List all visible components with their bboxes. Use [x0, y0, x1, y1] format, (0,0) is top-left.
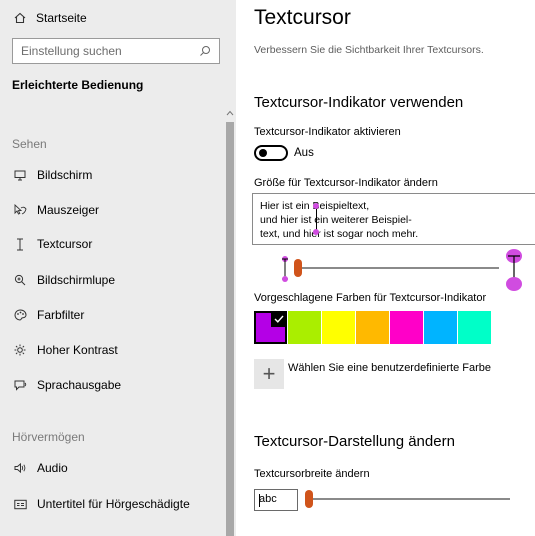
- sidebar-item-label: Textcursor: [37, 237, 93, 251]
- plus-icon: +: [262, 361, 276, 386]
- indicator-toggle-state: Aus: [294, 147, 314, 159]
- sidebar-home[interactable]: Startseite: [14, 8, 87, 28]
- sidebar-scroll-thumb[interactable]: [226, 122, 234, 536]
- search-icon[interactable]: [199, 45, 211, 60]
- appearance-heading: Textcursor-Darstellung ändern: [254, 433, 455, 450]
- sidebar: Startseite Einstellung suchen Erleichter…: [0, 0, 236, 536]
- sidebar-item-farbfilter[interactable]: Farbfilter: [12, 304, 84, 326]
- scroll-up-arrow-icon[interactable]: [225, 108, 235, 120]
- sidebar-item-audio[interactable]: Audio: [12, 457, 68, 479]
- color-filter-icon: [12, 309, 28, 321]
- captions-icon: [12, 499, 28, 510]
- speaker-icon: [12, 462, 28, 474]
- preview-caret: [259, 494, 260, 507]
- settings-search-input[interactable]: Einstellung suchen: [12, 38, 220, 64]
- color-swatch-yellow[interactable]: [322, 311, 355, 344]
- group-label-hearing: Hörvermögen: [12, 430, 85, 444]
- home-icon: [14, 12, 28, 24]
- text-cursor-icon: [12, 238, 28, 251]
- sidebar-item-label: Mauszeiger: [37, 203, 100, 217]
- sidebar-item-bildschirmlupe[interactable]: Bildschirmlupe: [12, 269, 115, 291]
- page-title: Textcursor: [254, 6, 351, 29]
- indicator-size-slider-thumb[interactable]: [294, 259, 302, 277]
- sidebar-item-label: Bildschirmlupe: [37, 273, 116, 287]
- group-label-vision: Sehen: [12, 137, 47, 151]
- cursor-width-sample: abc: [259, 493, 277, 505]
- sidebar-item-label: Audio: [37, 461, 68, 475]
- indicator-size-label: Größe für Textcursor-Indikator ändern: [254, 177, 438, 189]
- sidebar-item-sprachausgabe[interactable]: Sprachausgabe: [12, 374, 121, 396]
- toggle-knob: [259, 149, 267, 157]
- sidebar-item-hoher-kontrast[interactable]: Hoher Kontrast: [12, 339, 118, 361]
- color-swatch-teal[interactable]: [458, 311, 491, 344]
- indicator-size-slider-track[interactable]: [296, 267, 499, 269]
- preview-text-cursor: [316, 208, 317, 230]
- large-indicator-icon: [506, 249, 522, 291]
- search-placeholder: Einstellung suchen: [21, 44, 122, 58]
- custom-color-label[interactable]: Wählen Sie eine benutzerdefinierte Farbe: [288, 362, 491, 374]
- cursor-indicator-bottom: [313, 229, 319, 235]
- sidebar-item-untertitel[interactable]: Untertitel für Hörgeschädigte: [12, 493, 190, 515]
- cursor-width-slider-thumb[interactable]: [305, 490, 313, 508]
- color-swatch-magenta[interactable]: [390, 311, 423, 344]
- text-preview-box: Hier ist ein Beispieltext, und hier ist …: [252, 193, 535, 245]
- sidebar-item-label: Untertitel für Hörgeschädigte: [37, 497, 190, 511]
- indicator-heading: Textcursor-Indikator verwenden: [254, 94, 464, 111]
- sidebar-item-mauszeiger[interactable]: Mauszeiger: [12, 199, 99, 221]
- checkmark-icon: [271, 311, 287, 327]
- sidebar-item-label: Sprachausgabe: [37, 378, 122, 392]
- color-swatch-row: [254, 311, 492, 344]
- sidebar-home-label: Startseite: [36, 11, 87, 25]
- mouse-pointer-icon: [12, 204, 28, 216]
- sidebar-item-bildschirm[interactable]: Bildschirm: [12, 164, 92, 186]
- custom-color-button[interactable]: +: [254, 359, 284, 389]
- indicator-toggle-label: Textcursor-Indikator aktivieren: [254, 126, 401, 138]
- cursor-indicator-top: [313, 203, 319, 209]
- color-swatch-orange[interactable]: [356, 311, 389, 344]
- color-swatch-purple[interactable]: [254, 311, 287, 344]
- preview-line: und hier ist ein weiterer Beispiel-: [260, 214, 412, 226]
- small-indicator-icon: [282, 256, 288, 282]
- page-description: Verbessern Sie die Sichtbarkeit Ihrer Te…: [254, 44, 484, 56]
- sidebar-item-label: Bildschirm: [37, 168, 93, 182]
- suggested-colors-label: Vorgeschlagene Farben für Textcursor-Ind…: [254, 292, 487, 304]
- cursor-width-slider-track[interactable]: [308, 498, 510, 500]
- preview-line: Hier ist ein Beispieltext,: [260, 200, 370, 212]
- indicator-toggle[interactable]: [254, 145, 288, 161]
- contrast-sun-icon: [12, 344, 28, 356]
- sidebar-item-label: Farbfilter: [37, 308, 85, 322]
- narrator-icon: [12, 379, 28, 391]
- sidebar-section-title: Erleichterte Bedienung: [12, 78, 144, 92]
- preview-line: text, und hier ist sogar noch mehr.: [260, 228, 419, 240]
- sidebar-item-textcursor[interactable]: Textcursor: [12, 233, 92, 255]
- monitor-icon: [12, 170, 28, 181]
- cursor-width-preview: abc: [254, 489, 298, 511]
- color-swatch-blue[interactable]: [424, 311, 457, 344]
- sidebar-item-label: Hoher Kontrast: [37, 343, 118, 357]
- magnifier-icon: [12, 274, 28, 286]
- color-swatch-lime[interactable]: [288, 311, 321, 344]
- cursor-width-label: Textcursorbreite ändern: [254, 468, 370, 480]
